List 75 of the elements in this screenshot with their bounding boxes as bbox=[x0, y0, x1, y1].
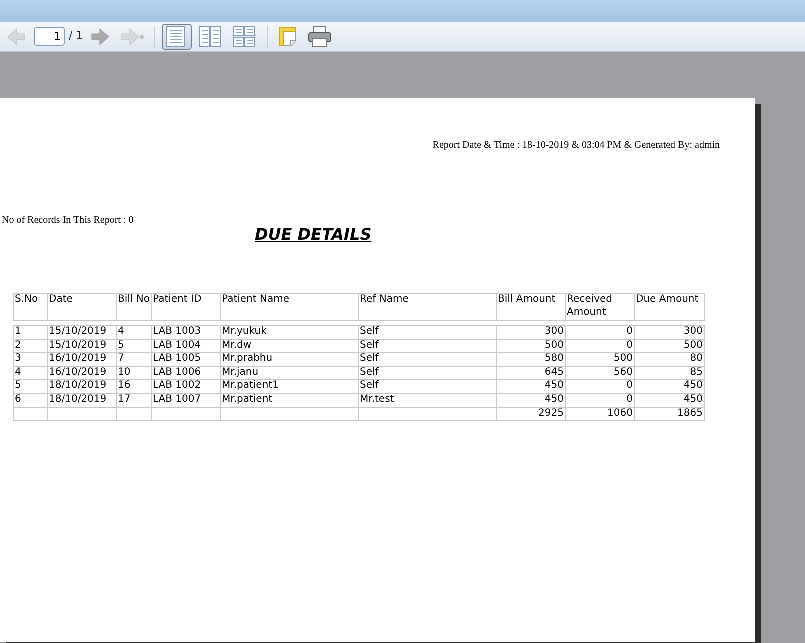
column-header: Date bbox=[48, 294, 116, 320]
table-cell: Mr.yukuk bbox=[220, 326, 358, 340]
table-cell: LAB 1002 bbox=[152, 380, 220, 394]
table-cell: 500 bbox=[634, 339, 704, 353]
table-cell: 17 bbox=[116, 393, 152, 408]
table-cell: Self bbox=[358, 366, 496, 380]
table-cell: 16 bbox=[116, 380, 152, 394]
table-cell: LAB 1005 bbox=[152, 352, 220, 366]
table-cell: 450 bbox=[496, 393, 566, 408]
table-cell: 15/10/2019 bbox=[48, 326, 116, 340]
table-cell: LAB 1004 bbox=[152, 339, 220, 353]
column-header: Received Amount bbox=[566, 294, 634, 320]
table-cell: 0 bbox=[566, 380, 634, 394]
table-cell: LAB 1007 bbox=[152, 393, 220, 408]
table-cell: 16/10/2019 bbox=[48, 352, 116, 366]
table-cell: 450 bbox=[634, 393, 704, 408]
report-generated-text: Report Date & Time : 18-10-2019 & 03:04 PM & Generated By: admin bbox=[432, 139, 720, 153]
table-cell: 560 bbox=[566, 366, 634, 380]
table-cell: Self bbox=[358, 352, 496, 366]
table-cell: 5 bbox=[116, 339, 152, 353]
table-cell: 300 bbox=[496, 326, 566, 340]
table-cell: 6 bbox=[14, 393, 48, 408]
table-cell: 2 bbox=[14, 339, 48, 353]
total-cell: 2925 bbox=[496, 407, 566, 421]
column-header: Bill No bbox=[116, 294, 152, 320]
table-cell: 500 bbox=[566, 352, 634, 366]
table-cell: 0 bbox=[566, 326, 634, 340]
total-cell: 1060 bbox=[566, 407, 634, 421]
column-header: Patient ID bbox=[152, 294, 220, 320]
table-cell: 15/10/2019 bbox=[48, 339, 116, 353]
table-cell: Self bbox=[358, 380, 496, 394]
total-cell: 1865 bbox=[634, 407, 704, 421]
record-count-text: No of Records In This Report : 0 bbox=[2, 214, 134, 228]
table-cell: Self bbox=[358, 326, 496, 340]
table-cell: 10 bbox=[116, 366, 152, 380]
column-header: Ref Name bbox=[358, 294, 496, 320]
table-cell: 5 bbox=[14, 380, 48, 394]
table-cell: 450 bbox=[496, 380, 566, 394]
arrow-icon bbox=[7, 28, 27, 46]
table-cell: Mr.test bbox=[358, 393, 496, 408]
table-cell: 500 bbox=[496, 339, 566, 353]
last-page-icon bbox=[120, 28, 144, 46]
single-page-view-button[interactable] bbox=[162, 24, 192, 50]
column-header: Due Amount bbox=[634, 294, 704, 320]
table-cell: 645 bbox=[496, 366, 566, 380]
table-cell: 1 bbox=[14, 326, 48, 340]
table-cell: 0 bbox=[566, 393, 634, 408]
table-cell: 300 bbox=[634, 326, 704, 340]
arrow-icon bbox=[90, 28, 110, 46]
table-cell: 0 bbox=[566, 339, 634, 353]
table-cell: 18/10/2019 bbox=[48, 393, 116, 408]
table-cell: 580 bbox=[496, 352, 566, 366]
table-cell: Mr.dw bbox=[220, 339, 358, 353]
table-cell: 16/10/2019 bbox=[48, 366, 116, 380]
column-header: S.No bbox=[14, 294, 48, 320]
table-cell: Mr.patient bbox=[220, 393, 358, 408]
report-title: DUE DETAILS bbox=[255, 224, 372, 246]
table-cell: 18/10/2019 bbox=[48, 380, 116, 394]
table-cell: 4 bbox=[116, 326, 152, 340]
table-cell: 450 bbox=[634, 380, 704, 394]
column-header: Bill Amount bbox=[496, 294, 566, 320]
table-cell: 80 bbox=[634, 352, 704, 366]
table-cell: LAB 1003 bbox=[152, 326, 220, 340]
page-total: / 1 bbox=[69, 28, 84, 44]
table-cell: Mr.janu bbox=[220, 366, 358, 380]
column-header: Patient Name bbox=[220, 294, 358, 320]
table-cell: 4 bbox=[14, 366, 48, 380]
table-cell: Mr.prabhu bbox=[220, 352, 358, 366]
table-cell: Mr.patient1 bbox=[220, 380, 358, 394]
page-number-field[interactable]: 1 bbox=[34, 27, 65, 46]
table-cell: 7 bbox=[116, 352, 152, 366]
table-cell: LAB 1006 bbox=[152, 366, 220, 380]
table-cell: 3 bbox=[14, 352, 48, 366]
table-cell: Self bbox=[358, 339, 496, 353]
table-cell: 85 bbox=[634, 366, 704, 380]
